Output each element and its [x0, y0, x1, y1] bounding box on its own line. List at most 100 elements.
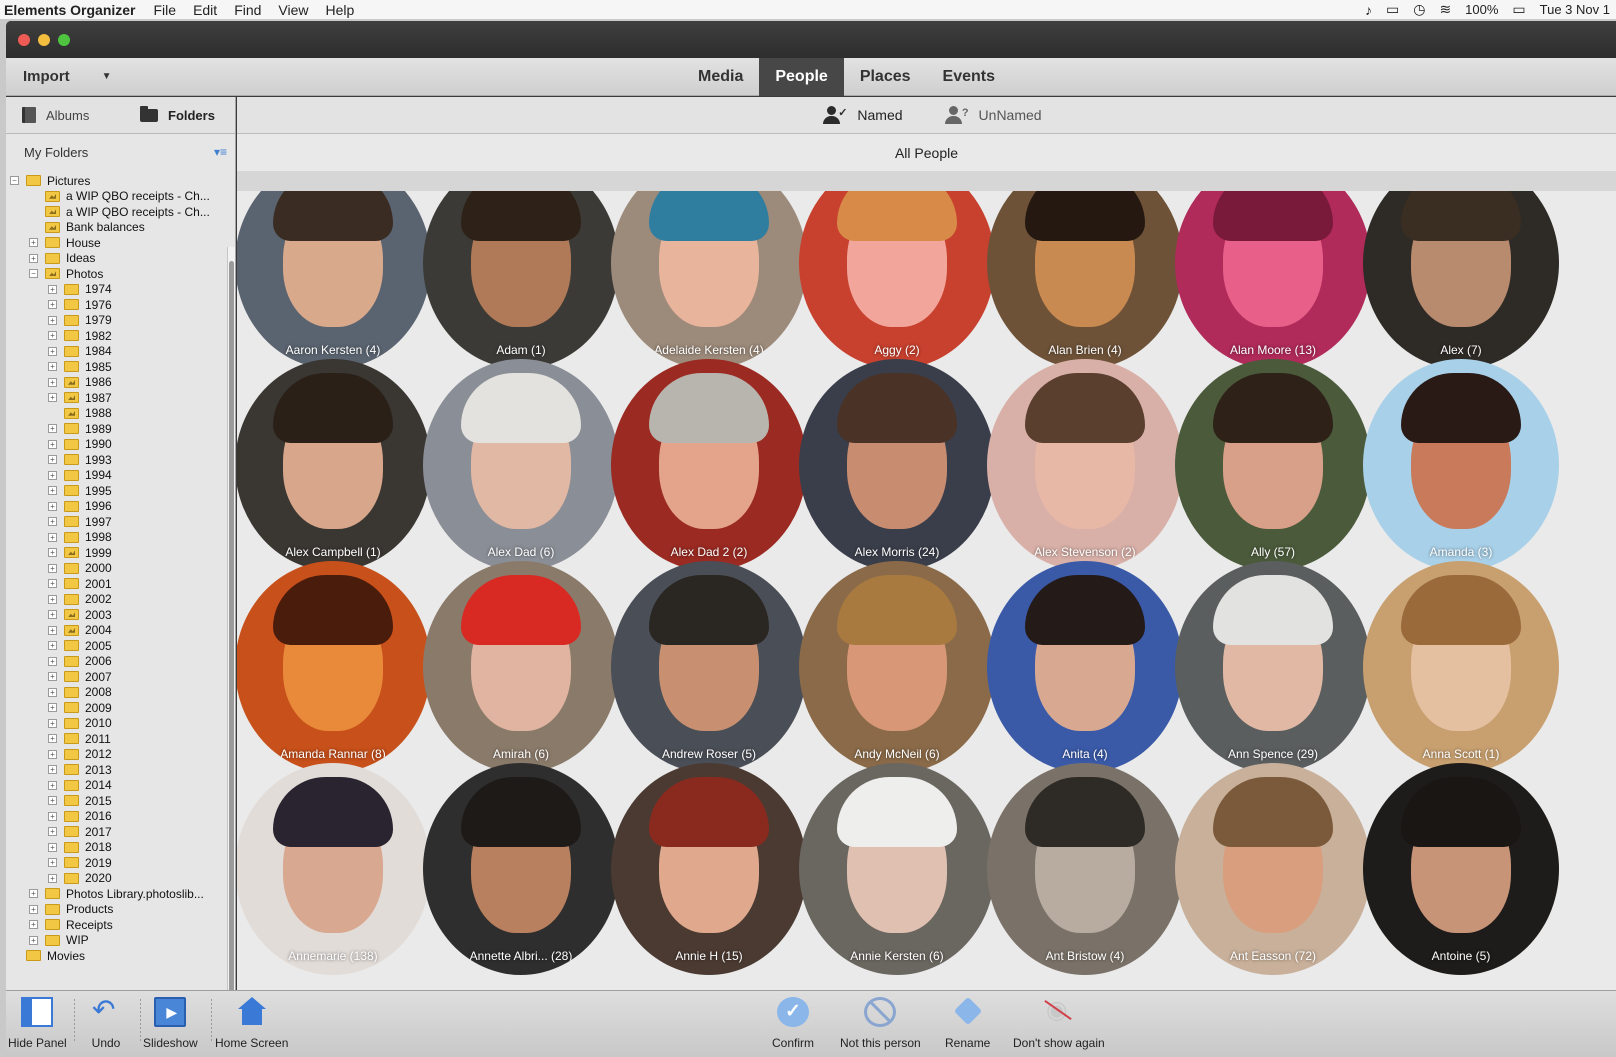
- person-name[interactable]: Annie H (15): [611, 949, 807, 963]
- folder-row[interactable]: + House: [10, 235, 228, 251]
- expand-icon[interactable]: +: [48, 331, 57, 341]
- person-name[interactable]: Adelaide Kersten (4): [611, 343, 807, 357]
- person-tile[interactable]: Alan Brien (4): [987, 191, 1183, 369]
- folder-row[interactable]: +1995: [10, 483, 228, 499]
- expand-icon[interactable]: +: [48, 362, 57, 372]
- expand-icon[interactable]: +: [48, 827, 57, 837]
- person-name[interactable]: Aggy (2): [799, 343, 995, 357]
- person-name[interactable]: Alex Morris (24): [799, 545, 995, 559]
- person-name[interactable]: Alex Stevenson (2): [987, 545, 1183, 559]
- person-tile[interactable]: Antoine (5): [1363, 763, 1559, 975]
- expand-icon[interactable]: +: [29, 904, 38, 914]
- expand-icon[interactable]: +: [48, 424, 57, 434]
- folder-row[interactable]: +1996: [10, 499, 228, 515]
- folder-row[interactable]: +2010: [10, 716, 228, 732]
- person-tile[interactable]: Annette Albri... (28): [423, 763, 619, 975]
- expand-icon[interactable]: +: [29, 238, 38, 248]
- folder-row[interactable]: +2014: [10, 778, 228, 794]
- folder-row[interactable]: +2005: [10, 638, 228, 654]
- expand-icon[interactable]: +: [48, 780, 57, 790]
- folder-options-icon[interactable]: ▾≡: [214, 145, 227, 159]
- expand-icon[interactable]: +: [48, 532, 57, 542]
- person-tile[interactable]: Anita (4): [987, 561, 1183, 773]
- person-name[interactable]: Alex Dad 2 (2): [611, 545, 807, 559]
- folder-row[interactable]: +1994: [10, 468, 228, 484]
- music-icon[interactable]: ♪: [1365, 2, 1372, 18]
- folder-row[interactable]: +1984: [10, 344, 228, 360]
- folder-row[interactable]: a WIP QBO receipts - Ch...: [10, 204, 228, 220]
- folder-row[interactable]: +1997: [10, 514, 228, 530]
- expand-icon[interactable]: +: [48, 517, 57, 527]
- expand-icon[interactable]: +: [48, 393, 57, 403]
- person-tile[interactable]: Ally (57): [1175, 359, 1371, 571]
- person-tile[interactable]: Alex Dad 2 (2): [611, 359, 807, 571]
- expand-icon[interactable]: +: [29, 889, 38, 899]
- folder-row[interactable]: +1986: [10, 375, 228, 391]
- folder-row[interactable]: + Receipts: [10, 917, 228, 933]
- import-button[interactable]: Import ▼: [23, 68, 112, 85]
- person-name[interactable]: Alex (7): [1363, 343, 1559, 357]
- person-name[interactable]: Amanda Rannar (8): [237, 747, 431, 761]
- zoom-button[interactable]: [58, 33, 70, 46]
- folder-row[interactable]: +2007: [10, 669, 228, 685]
- folder-row[interactable]: +2016: [10, 809, 228, 825]
- person-tile[interactable]: Aggy (2): [799, 191, 995, 369]
- folder-row[interactable]: +2017: [10, 824, 228, 840]
- menu-help[interactable]: Help: [326, 2, 355, 18]
- expand-icon[interactable]: +: [48, 873, 57, 883]
- expand-icon[interactable]: +: [48, 284, 57, 294]
- folder-row[interactable]: +1998: [10, 530, 228, 546]
- expand-icon[interactable]: +: [48, 656, 57, 666]
- minimize-button[interactable]: [38, 33, 50, 46]
- person-name[interactable]: Adam (1): [423, 343, 619, 357]
- folder-row[interactable]: +2001: [10, 576, 228, 592]
- person-name[interactable]: Annette Albri... (28): [423, 949, 619, 963]
- wifi-icon[interactable]: ≋: [1439, 1, 1451, 18]
- confirm-button[interactable]: Confirm: [772, 997, 814, 1050]
- folder-row[interactable]: +2003: [10, 607, 228, 623]
- menu-view[interactable]: View: [278, 2, 308, 18]
- tab-unnamed[interactable]: ? UnNamed: [944, 106, 1042, 124]
- folder-row[interactable]: +2020: [10, 871, 228, 887]
- person-tile[interactable]: Anna Scott (1): [1363, 561, 1559, 773]
- expand-icon[interactable]: +: [48, 796, 57, 806]
- tab-named[interactable]: ✓ Named: [823, 106, 903, 124]
- folder-row[interactable]: + Photos Library.photoslib...: [10, 886, 228, 902]
- person-tile[interactable]: Alex (7): [1363, 191, 1559, 369]
- folder-row[interactable]: +1999: [10, 545, 228, 561]
- menu-find[interactable]: Find: [234, 2, 261, 18]
- tab-people[interactable]: People: [759, 58, 844, 96]
- folder-row[interactable]: +2002: [10, 592, 228, 608]
- folder-row[interactable]: +2015: [10, 793, 228, 809]
- person-name[interactable]: Annemarie (138): [237, 949, 431, 963]
- expand-icon[interactable]: +: [48, 625, 57, 635]
- person-tile[interactable]: Alan Moore (13): [1175, 191, 1371, 369]
- app-menu[interactable]: Elements Organizer: [4, 2, 136, 18]
- expand-icon[interactable]: +: [48, 594, 57, 604]
- menu-file[interactable]: File: [154, 2, 177, 18]
- person-tile[interactable]: Alex Campbell (1): [237, 359, 431, 571]
- expand-icon[interactable]: +: [29, 253, 38, 263]
- person-tile[interactable]: Andy McNeil (6): [799, 561, 995, 773]
- folder-row[interactable]: +2000: [10, 561, 228, 577]
- expand-icon[interactable]: +: [48, 703, 57, 713]
- airplay-icon[interactable]: ▭: [1386, 1, 1399, 18]
- folder-row[interactable]: +2019: [10, 855, 228, 871]
- menu-edit[interactable]: Edit: [193, 2, 217, 18]
- expand-icon[interactable]: +: [48, 579, 57, 589]
- scrollbar-thumb[interactable]: [229, 261, 234, 1021]
- expand-icon[interactable]: +: [48, 470, 57, 480]
- folder-row[interactable]: +2004: [10, 623, 228, 639]
- person-name[interactable]: Alex Campbell (1): [237, 545, 431, 559]
- folder-row[interactable]: + WIP: [10, 933, 228, 949]
- person-tile[interactable]: Adelaide Kersten (4): [611, 191, 807, 369]
- person-tile[interactable]: Alex Dad (6): [423, 359, 619, 571]
- person-name[interactable]: Andrew Roser (5): [611, 747, 807, 761]
- person-tile[interactable]: Amanda (3): [1363, 359, 1559, 571]
- person-name[interactable]: Anna Scott (1): [1363, 747, 1559, 761]
- home-screen-button[interactable]: Home Screen: [215, 997, 288, 1050]
- folder-row[interactable]: + Products: [10, 902, 228, 918]
- folder-row[interactable]: +2011: [10, 731, 228, 747]
- hide-panel-button[interactable]: Hide Panel: [8, 997, 67, 1050]
- folder-row[interactable]: 1988: [10, 406, 228, 422]
